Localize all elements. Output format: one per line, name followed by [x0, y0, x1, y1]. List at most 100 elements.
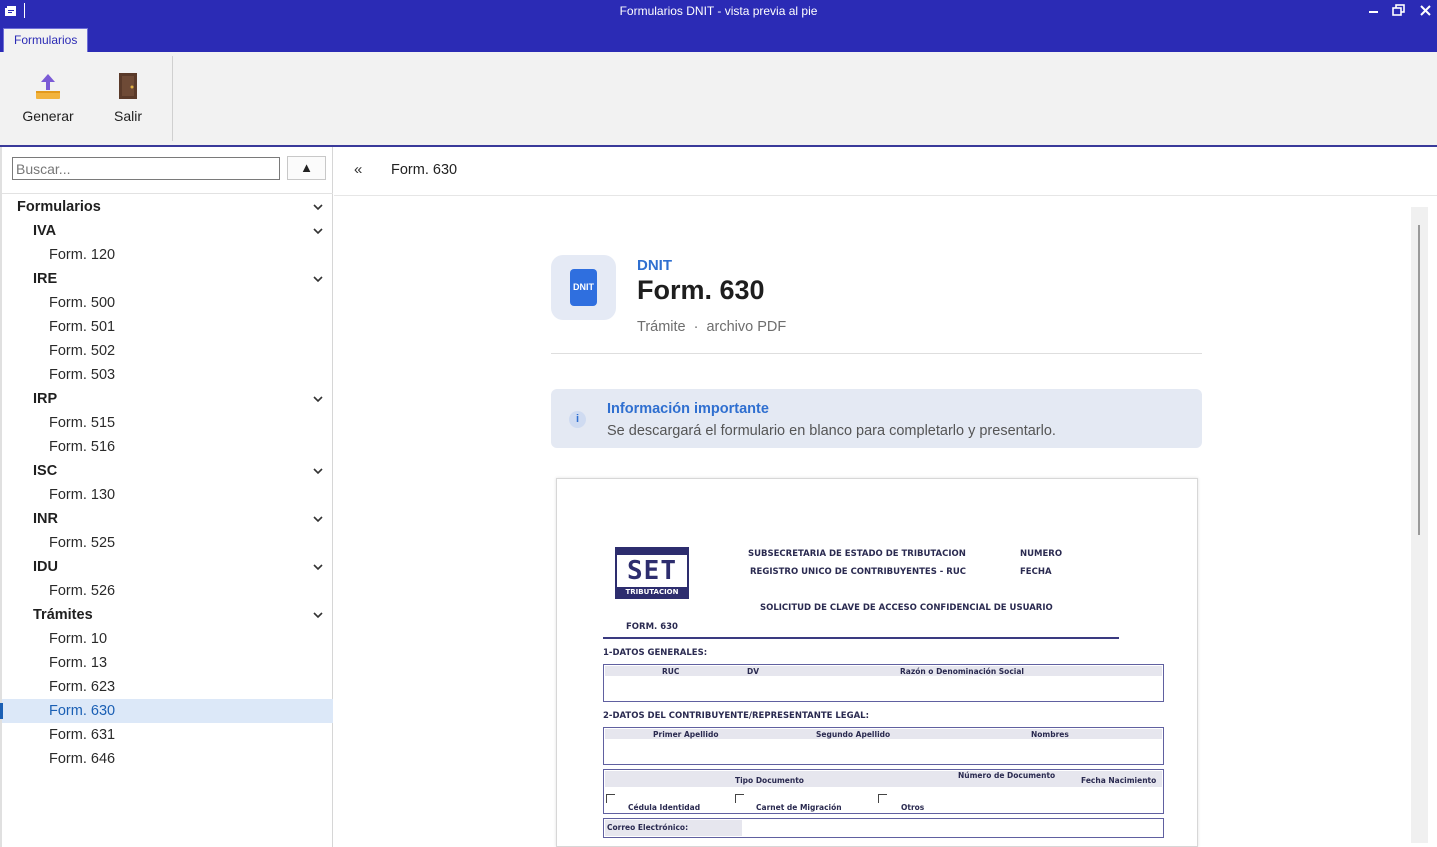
back-button[interactable]: « — [354, 161, 362, 178]
tree-item-form-646[interactable]: Form. 646 — [2, 747, 333, 771]
tree-root-formularios[interactable]: Formularios — [2, 195, 333, 219]
form-format: archivo PDF — [706, 319, 787, 335]
chevron-down-icon[interactable] — [313, 459, 323, 483]
tree-group-label: ISC — [33, 463, 58, 479]
tree-item-form-630-selected[interactable]: Form. 630 — [0, 699, 333, 723]
tree-group-iva[interactable]: IVA — [2, 219, 333, 243]
preview-header-shade — [605, 666, 1162, 676]
tree-item-form-10[interactable]: Form. 10 — [2, 627, 333, 651]
restore-icon — [1392, 4, 1405, 16]
preview-razon: Razón o Denominación Social — [900, 667, 1024, 676]
content-panel: « Form. 630 DNIT DNIT Form. 630 Trámite ·… — [334, 147, 1437, 847]
form-title: Form. 630 — [637, 275, 765, 305]
door-icon — [119, 73, 137, 99]
checkbox-carnet — [735, 794, 744, 803]
preview-header-line2: REGISTRO UNICO DE CONTRIBUYENTES - RUC — [750, 567, 966, 577]
minimize-button[interactable] — [1366, 2, 1382, 20]
tree-item-form-623[interactable]: Form. 623 — [2, 675, 333, 699]
preview-correo: Correo Electrónico: — [607, 823, 689, 832]
chevron-down-icon[interactable] — [313, 507, 323, 531]
generate-button[interactable]: Generar — [15, 70, 81, 124]
tree-group-label: IDU — [33, 559, 58, 575]
document-card-icon: DNIT — [551, 255, 616, 320]
preview-dv: DV — [747, 667, 760, 676]
preview-nombres: Nombres — [1031, 730, 1069, 739]
breadcrumb: « Form. 630 — [334, 147, 1437, 196]
logo-top-strip — [617, 549, 687, 555]
breadcrumb-current: Form. 630 — [391, 162, 458, 178]
tree-item-form-120[interactable]: Form. 120 — [2, 243, 333, 267]
ribbon: Generar Salir — [0, 52, 1437, 145]
sidebar-separator — [2, 193, 333, 194]
preview-carnet: Carnet de Migración — [756, 803, 842, 812]
chevron-down-icon[interactable] — [313, 555, 323, 579]
close-icon — [1420, 5, 1431, 16]
tree-group-inr[interactable]: INR — [2, 507, 333, 531]
sidebar: ▲ Formularios IVA Form. 120 IRE Form. 50… — [0, 147, 333, 847]
preview-numero-documento: Número de Documento — [958, 771, 1056, 780]
preview-tipo-documento: Tipo Documento — [735, 776, 804, 785]
preview-header-shade — [605, 771, 1162, 787]
preview-segundo-apellido: Segundo Apellido — [816, 730, 891, 739]
tree-item-form-515[interactable]: Form. 515 — [2, 411, 333, 435]
chevron-down-icon[interactable] — [313, 387, 323, 411]
info-title: Información importante — [607, 401, 769, 417]
tree-group-irp[interactable]: IRP — [2, 387, 333, 411]
header-divider — [551, 353, 1202, 354]
collapse-all-button[interactable]: ▲ — [287, 156, 326, 180]
exit-label: Salir — [113, 108, 142, 124]
info-icon: i — [569, 411, 586, 428]
preview-section2: 2-DATOS DEL CONTRIBUYENTE/REPRESENTANTE … — [603, 711, 869, 721]
preview-fecha-nacimiento: Fecha Nacimiento — [1081, 776, 1157, 785]
tree-item-form-501[interactable]: Form. 501 — [2, 315, 333, 339]
chevron-down-icon[interactable] — [313, 603, 323, 627]
info-text: Se descargará el formulario en blanco pa… — [607, 423, 1056, 439]
upload-icon — [36, 74, 60, 99]
chevron-down-icon[interactable] — [313, 219, 323, 243]
logo-subtext: TRIBUTACION — [617, 587, 687, 597]
tab-formularios[interactable]: Formularios — [3, 28, 89, 52]
exit-button[interactable]: Salir — [103, 70, 153, 124]
checkbox-otros — [878, 794, 887, 803]
form-meta: Trámite · archivo PDF — [637, 319, 786, 335]
dnit-badge: DNIT — [570, 269, 597, 306]
preview-cedula: Cédula Identidad — [628, 803, 701, 812]
meta-separator: · — [693, 319, 699, 335]
tree-item-form-502[interactable]: Form. 502 — [2, 339, 333, 363]
tree-group-tramites[interactable]: Trámites — [2, 603, 333, 627]
tree-item-form-130[interactable]: Form. 130 — [2, 483, 333, 507]
tree-group-label: Trámites — [33, 607, 93, 623]
tree-group-isc[interactable]: ISC — [2, 459, 333, 483]
preview-fecha: FECHA — [1020, 567, 1052, 577]
preview-request-title: SOLICITUD DE CLAVE DE ACCESO CONFIDENCIA… — [760, 603, 1053, 613]
search-input[interactable] — [12, 157, 280, 180]
preview-header-line1: SUBSECRETARIA DE ESTADO DE TRIBUTACION — [748, 549, 966, 559]
tree-item-form-526[interactable]: Form. 526 — [2, 579, 333, 603]
tree-root-label: Formularios — [17, 199, 101, 215]
scrollbar-thumb[interactable] — [1418, 225, 1420, 535]
organization-label: DNIT — [637, 257, 672, 274]
tree-item-form-516[interactable]: Form. 516 — [2, 435, 333, 459]
chevron-down-icon[interactable] — [313, 195, 323, 219]
ribbon-divider — [172, 56, 173, 141]
tree-item-form-631[interactable]: Form. 631 — [2, 723, 333, 747]
tree-group-idu[interactable]: IDU — [2, 555, 333, 579]
tree-group-label: IVA — [33, 223, 57, 239]
tree-item-form-500[interactable]: Form. 500 — [2, 291, 333, 315]
close-button[interactable] — [1418, 2, 1434, 20]
tree-item-form-525[interactable]: Form. 525 — [2, 531, 333, 555]
tree-item-form-13[interactable]: Form. 13 — [2, 651, 333, 675]
generate-label: Generar — [22, 108, 74, 124]
restore-button[interactable] — [1391, 2, 1407, 20]
vertical-scrollbar[interactable] — [1411, 207, 1428, 843]
form-preview[interactable]: SET TRIBUTACION SUBSECRETARIA DE ESTADO … — [556, 478, 1198, 847]
chevron-down-icon[interactable] — [313, 267, 323, 291]
tree-group-ire[interactable]: IRE — [2, 267, 333, 291]
set-logo: SET TRIBUTACION — [615, 547, 689, 599]
preview-otros: Otros — [901, 803, 925, 812]
tree-item-form-503[interactable]: Form. 503 — [2, 363, 333, 387]
tree-group-label: INR — [33, 511, 58, 527]
forms-tree: Formularios IVA Form. 120 IRE Form. 500 … — [0, 195, 333, 771]
preview-rule — [603, 637, 1119, 639]
tree-group-label: IRP — [33, 391, 58, 407]
